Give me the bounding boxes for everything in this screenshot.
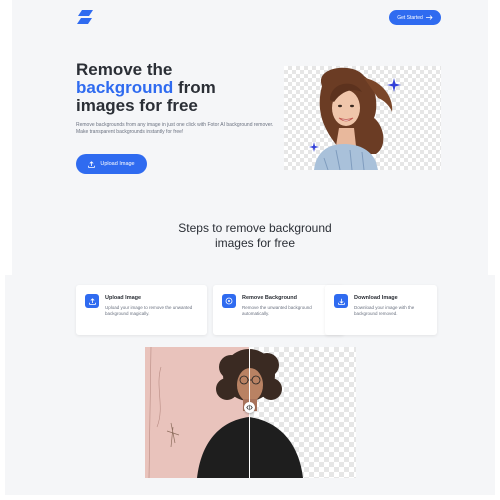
hero-image — [284, 66, 441, 170]
logo-icon[interactable] — [77, 10, 93, 24]
step-description: Download your image with the background … — [354, 305, 415, 316]
steps-title: Steps to remove background images for fr… — [150, 221, 360, 251]
get-started-button[interactable]: Get Started — [389, 10, 441, 25]
upload-icon — [85, 294, 99, 308]
steps-title-line1: Steps to remove background — [178, 221, 332, 235]
step-description: Upload your image to remove the unwanted… — [105, 305, 193, 316]
hero-title-rest: from — [173, 78, 216, 97]
hero-desc-line2: Make transparent backgrounds instantly f… — [76, 129, 184, 135]
upload-image-label: Upload Image — [100, 161, 135, 167]
hero-desc-line1: Remove backgrounds from any image in jus… — [76, 122, 274, 128]
page: Get Started Remove the background from i… — [0, 0, 500, 500]
steps-title-line2: images for free — [214, 236, 296, 250]
sparkle-icon-small — [309, 142, 319, 152]
step-title: Remove Background — [242, 295, 298, 301]
upload-icon — [88, 160, 96, 168]
sparkle-icon — [387, 78, 401, 92]
step-description: Remove the unwanted background automatic… — [242, 305, 312, 316]
woman-portrait — [314, 67, 393, 170]
before-after-compare[interactable] — [145, 347, 356, 478]
hero-title-accent: background — [76, 78, 174, 97]
hero-title: Remove the background from images for fr… — [76, 61, 276, 115]
magic-icon — [222, 294, 236, 308]
step-card-upload: Upload Image Upload your image to remove… — [76, 285, 207, 335]
hero-description: Remove backgrounds from any image in jus… — [76, 122, 276, 136]
step-title: Download Image — [354, 295, 398, 301]
get-started-label: Get Started — [397, 14, 423, 21]
arrow-right-icon — [425, 15, 433, 20]
hero-title-line3: images for free — [76, 96, 198, 115]
step-card-download: Download Image Download your image with … — [325, 285, 437, 335]
step-title: Upload Image — [105, 295, 142, 301]
slider-arrows-icon — [246, 404, 253, 411]
hero-title-line1: Remove the — [76, 60, 173, 79]
hero-title-line2: background from — [76, 79, 276, 97]
download-icon — [334, 294, 348, 308]
compare-slider-handle[interactable] — [244, 402, 255, 413]
upload-image-button[interactable]: Upload Image — [76, 154, 147, 174]
